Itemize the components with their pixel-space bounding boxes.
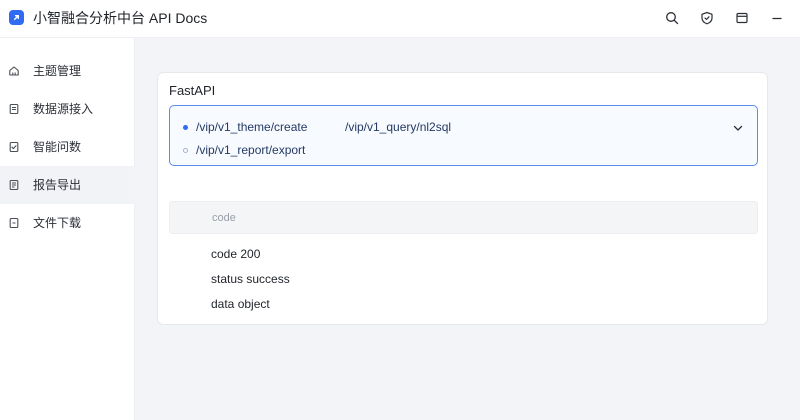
api-card: FastAPI /vip/v1_theme/create /vip/v1_que… [157,72,768,325]
sidebar-item-theme-management[interactable]: 主题管理 [0,52,135,90]
card-title: FastAPI [169,83,216,98]
home-icon [8,65,20,77]
response-line: code 200 [211,247,261,261]
sidebar-item-smart-query[interactable]: 智能问数 [0,128,135,166]
endpoint-select[interactable]: /vip/v1_theme/create /vip/v1_query/nl2sq… [169,105,758,166]
file-icon [8,217,20,229]
sidebar-item-data-source[interactable]: 数据源接入 [0,90,135,128]
sidebar: 主题管理 数据源接入 智能问数 报告导出 文件下载 [0,38,135,420]
minimize-icon[interactable] [768,9,786,27]
unselected-dot-icon [183,148,188,153]
response-line: status success [211,272,290,286]
shield-icon[interactable] [698,9,716,27]
code-table-header: code [169,201,758,234]
endpoint-option-theme-create[interactable]: /vip/v1_theme/create [196,120,307,134]
document-icon [8,103,20,115]
code-header-label: code [212,212,236,224]
app-logo-icon [9,10,24,25]
endpoint-option-report-export[interactable]: /vip/v1_report/export [196,143,305,157]
checklist-icon [8,141,20,153]
search-icon[interactable] [663,9,681,27]
app-title: 小智融合分析中台 API Docs [33,10,208,26]
sidebar-item-label: 主题管理 [33,64,82,78]
sidebar-item-report-export[interactable]: 报告导出 [0,166,135,204]
selected-dot-icon [183,125,188,130]
chevron-down-icon[interactable] [731,121,745,135]
sidebar-item-label: 智能问数 [33,140,82,154]
sidebar-item-label: 文件下载 [33,216,82,230]
sidebar-item-label: 数据源接入 [33,102,94,116]
window-icon[interactable] [733,9,751,27]
sidebar-item-label: 报告导出 [33,178,82,192]
sidebar-item-file-download[interactable]: 文件下载 [0,204,135,242]
endpoint-option-query-nl2sql[interactable]: /vip/v1_query/nl2sql [345,120,451,134]
response-line: data object [211,297,270,311]
report-icon [8,179,20,191]
title-bar: 小智融合分析中台 API Docs [0,0,800,38]
